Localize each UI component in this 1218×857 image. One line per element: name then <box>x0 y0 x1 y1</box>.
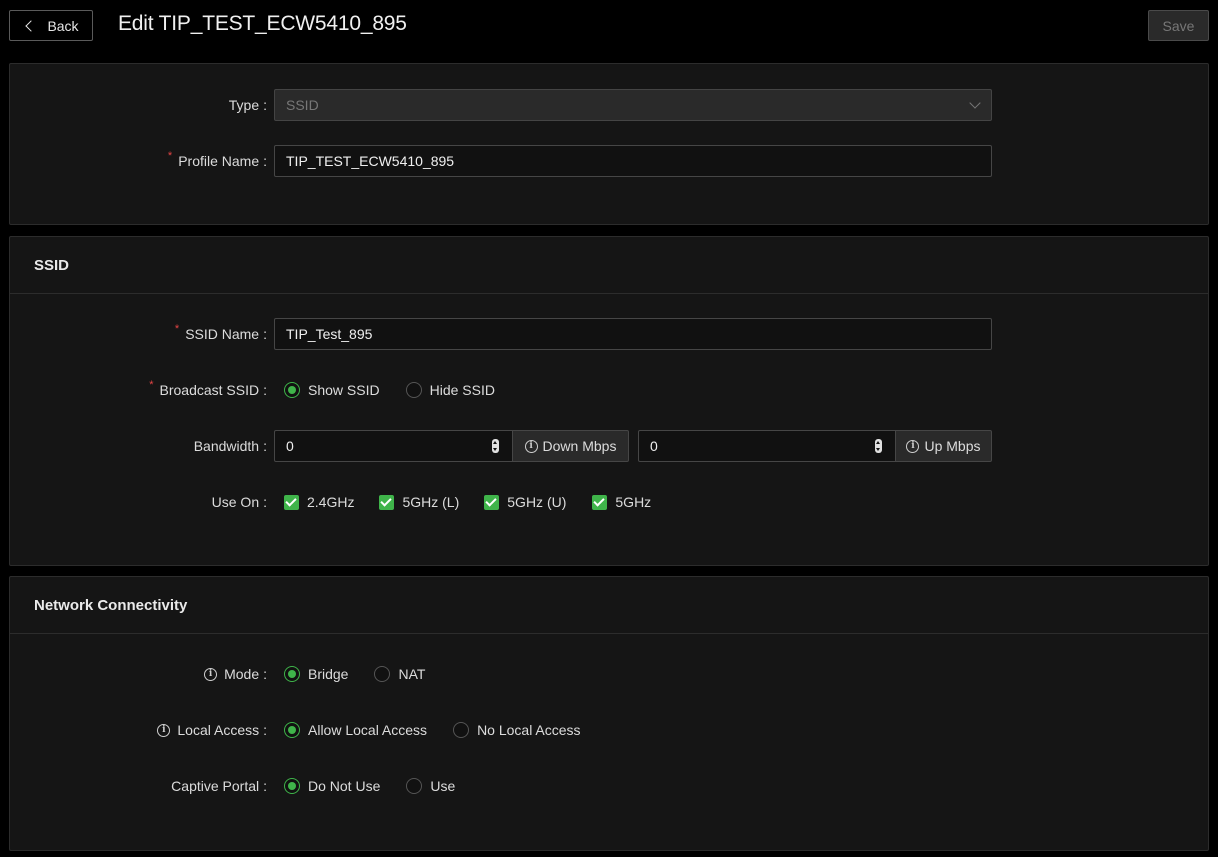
radio-empty-icon <box>406 778 423 794</box>
number-spinner-icon[interactable] <box>875 439 882 453</box>
chevron-down-icon <box>969 97 981 109</box>
checkbox-5ghz-u[interactable]: 5GHz (U) <box>484 494 566 510</box>
mode-label: i Mode: <box>204 658 267 690</box>
hide-ssid-radio[interactable]: Hide SSID <box>405 382 495 398</box>
profile-name-value: TIP_TEST_ECW5410_895 <box>286 153 455 169</box>
mode-radio-group: Bridge NAT <box>284 658 451 690</box>
page-title: Edit TIP_TEST_ECW5410_895 <box>118 12 407 35</box>
type-value: SSID <box>286 97 319 113</box>
ssid-name-row: * SSID Name: TIP_Test_895 <box>10 318 1210 350</box>
ssid-name-value: TIP_Test_895 <box>286 326 373 342</box>
no-local-access-radio[interactable]: No Local Access <box>453 722 581 738</box>
info-icon: i <box>906 439 920 453</box>
checkbox-5ghz[interactable]: 5GHz <box>592 494 651 510</box>
required-marker: * <box>167 150 173 162</box>
back-label: Back <box>47 17 79 34</box>
info-icon[interactable]: i <box>157 723 171 737</box>
network-heading: Network Connectivity <box>10 577 1208 634</box>
captive-portal-label: Captive Portal: <box>171 778 267 794</box>
use-on-row: Use On: 2.4GHz 5GHz (L) 5GHz (U) 5GHz <box>10 486 1210 518</box>
bandwidth-label: Bandwidth: <box>193 438 267 454</box>
checkbox-checked-icon <box>592 494 608 510</box>
captive-portal-row: Captive Portal: Do Not Use Use <box>10 770 1210 802</box>
nat-radio[interactable]: NAT <box>374 666 425 682</box>
required-marker: * <box>149 379 154 391</box>
bandwidth-row: Bandwidth: 0 i Down Mbps 0 i Up Mbps <box>10 430 1210 462</box>
up-bandwidth-input[interactable]: 0 <box>638 430 896 462</box>
type-label: Type: <box>228 97 267 113</box>
profile-name-input[interactable]: TIP_TEST_ECW5410_895 <box>274 145 992 177</box>
mode-row: i Mode: Bridge NAT <box>10 658 1210 690</box>
chevron-left-icon <box>25 19 38 32</box>
radio-empty-icon <box>405 382 422 398</box>
radio-selected-icon <box>284 778 300 794</box>
ssid-card: SSID * SSID Name: TIP_Test_895 * Broadcast… <box>9 236 1209 566</box>
radio-selected-icon <box>284 722 300 738</box>
profile-name-label: * Profile Name: <box>167 150 267 169</box>
use-on-checkbox-group: 2.4GHz 5GHz (L) 5GHz (U) 5GHz <box>284 486 677 518</box>
checkbox-2-4ghz[interactable]: 2.4GHz <box>284 494 354 510</box>
ssid-name-input[interactable]: TIP_Test_895 <box>274 318 992 350</box>
down-bandwidth-input[interactable]: 0 <box>274 430 513 462</box>
radio-empty-icon <box>374 666 391 682</box>
info-icon[interactable]: i <box>204 667 218 681</box>
do-not-use-radio[interactable]: Do Not Use <box>284 778 380 794</box>
top-bar: Back Edit TIP_TEST_ECW5410_895 Save <box>0 0 1218 52</box>
up-bandwidth-value: 0 <box>650 438 658 454</box>
broadcast-row: * Broadcast SSID: Show SSID Hide SSID <box>10 374 1210 406</box>
radio-selected-icon <box>284 382 300 398</box>
local-access-row: i Local Access: Allow Local Access No Loc… <box>10 714 1210 746</box>
up-mbps-addon: i Up Mbps <box>896 430 992 462</box>
required-marker: * <box>174 323 180 335</box>
use-on-label: Use On: <box>211 494 267 510</box>
general-card: Type: SSID * Profile Name: TIP_TEST_ECW54… <box>9 63 1209 225</box>
back-button[interactable]: Back <box>9 10 93 41</box>
bridge-radio[interactable]: Bridge <box>284 666 348 682</box>
allow-local-access-radio[interactable]: Allow Local Access <box>284 722 427 738</box>
ssid-heading: SSID <box>10 237 1208 294</box>
local-access-radio-group: Allow Local Access No Local Access <box>284 714 607 746</box>
save-button[interactable]: Save <box>1148 10 1209 41</box>
down-bandwidth-value: 0 <box>286 438 294 454</box>
captive-portal-radio-group: Do Not Use Use <box>284 770 481 802</box>
checkbox-checked-icon <box>284 494 299 510</box>
type-row: Type: SSID <box>10 89 1210 121</box>
down-mbps-addon: i Down Mbps <box>513 430 629 462</box>
profile-name-row: * Profile Name: TIP_TEST_ECW5410_895 <box>10 145 1210 177</box>
type-select[interactable]: SSID <box>274 89 992 121</box>
network-card: Network Connectivity i Mode: Bridge NAT i… <box>9 576 1209 851</box>
checkbox-5ghz-l[interactable]: 5GHz (L) <box>379 494 459 510</box>
local-access-label: i Local Access: <box>157 714 267 746</box>
show-ssid-radio[interactable]: Show SSID <box>284 382 380 398</box>
checkbox-checked-icon <box>379 494 395 510</box>
ssid-name-label: * SSID Name: <box>174 323 267 342</box>
broadcast-label: * Broadcast SSID: <box>149 379 267 398</box>
checkbox-checked-icon <box>484 494 500 510</box>
radio-selected-icon <box>284 666 300 682</box>
radio-empty-icon <box>453 722 470 738</box>
info-icon: i <box>524 439 538 453</box>
number-spinner-icon[interactable] <box>492 439 499 453</box>
broadcast-radio-group: Show SSID Hide SSID <box>284 374 521 406</box>
use-radio[interactable]: Use <box>406 778 455 794</box>
